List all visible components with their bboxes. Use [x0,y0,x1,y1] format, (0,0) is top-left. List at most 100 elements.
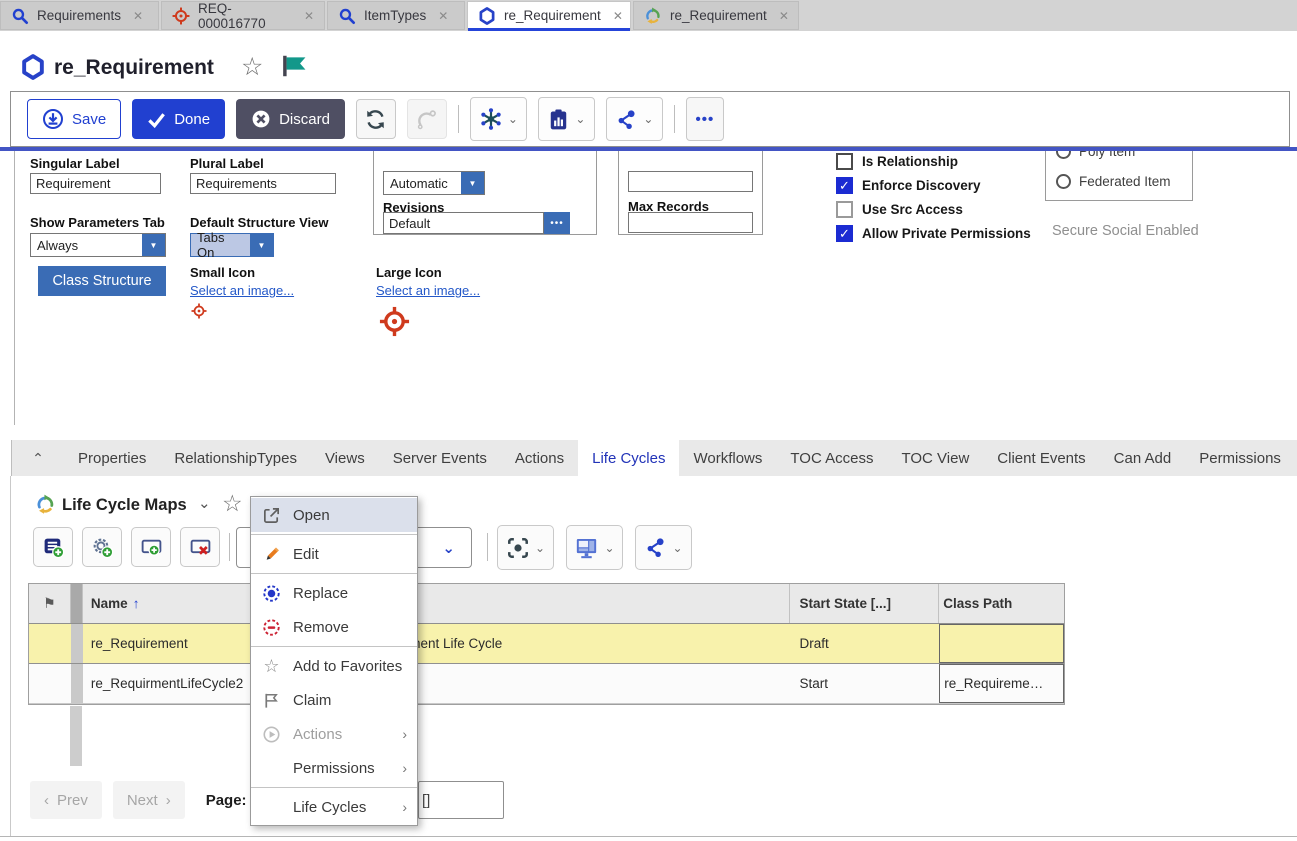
class-path-cell[interactable] [939,624,1064,663]
singular-label: Singular Label [30,156,120,171]
tab-req-000016770[interactable]: REQ-000016770 ✕ [161,1,325,30]
versioning-select[interactable]: Automatic ▼ [383,171,485,195]
is-relationship-checkbox[interactable] [836,153,853,170]
start-state-cell[interactable]: Draft [790,624,940,663]
menu-item-life-cycles[interactable]: Life Cycles › [251,790,417,824]
delete-row-button[interactable] [180,527,220,567]
layout-dropdown-button[interactable]: ⌄ [566,525,623,570]
tab-itemtypes[interactable]: ItemTypes ✕ [327,1,465,30]
use-src-access-checkbox[interactable] [836,201,853,218]
small-icon-select-link[interactable]: Select an image... [190,283,294,298]
more-actions-button[interactable]: ••• [686,97,724,141]
refresh-button[interactable] [356,99,396,139]
share-dropdown-button[interactable]: ⌄ [606,97,663,141]
select-value: Automatic [384,172,461,194]
prev-page-button[interactable]: ‹ Prev [30,781,102,819]
tab-client-events[interactable]: Client Events [983,440,1099,476]
select-arrow-icon[interactable]: ▼ [250,234,273,256]
search-icon [11,7,29,25]
page-title: re_Requirement [54,56,214,80]
add-existing-button[interactable] [131,527,171,567]
reports-dropdown-button[interactable]: ⌄ [538,97,595,141]
tab-life-cycles[interactable]: Life Cycles [578,440,679,476]
tab-re-requirement-lifecycle[interactable]: re_Requirement ✕ [633,1,799,30]
default-structure-view-select[interactable]: Tabs On ▼ [190,233,274,257]
checkbox-label: Allow Private Permissions [862,226,1031,241]
menu-item-claim[interactable]: Claim [251,683,417,717]
menu-item-open[interactable]: Open [251,498,417,532]
federated-item-radio[interactable] [1056,174,1071,189]
menu-item-replace[interactable]: Replace [251,576,417,610]
close-icon[interactable]: ✕ [613,9,623,23]
close-icon[interactable]: ✕ [438,9,448,23]
favorite-star-icon[interactable]: ☆ [241,52,263,82]
plural-label-input[interactable] [190,173,336,194]
max-records-input[interactable] [628,212,753,233]
tab-toc-access[interactable]: TOC Access [776,440,887,476]
tab-label: Requirements [37,8,121,23]
page-label: Page: [206,792,247,809]
select-arrow-icon[interactable]: ▼ [461,172,484,194]
row-flag-cell[interactable] [29,624,71,663]
tab-label: ItemTypes [364,8,426,23]
class-structure-button[interactable]: Class Structure [38,266,166,296]
tab-relationshiptypes[interactable]: RelationshipTypes [160,440,311,476]
tab-server-events[interactable]: Server Events [379,440,501,476]
close-icon[interactable]: ✕ [304,9,314,23]
start-state-cell[interactable]: Start [790,664,940,703]
share-grid-dropdown-button[interactable]: ⌄ [635,525,692,570]
row-handle[interactable] [71,624,83,663]
enforce-discovery-checkbox[interactable]: ✓ [836,177,853,194]
row-handle[interactable] [71,664,83,703]
menu-item-add-to-favorites[interactable]: ☆ Add to Favorites [251,649,417,683]
allow-private-permissions-checkbox[interactable]: ✓ [836,225,853,242]
section-title: Life Cycle Maps [62,496,187,515]
tab-permissions[interactable]: Permissions [1185,440,1295,476]
done-button[interactable]: Done [132,99,225,139]
tab-workflows[interactable]: Workflows [679,440,776,476]
tab-can-add[interactable]: Can Add [1100,440,1186,476]
structure-dropdown-button[interactable]: ⌄ [470,97,527,141]
new-from-template-button[interactable] [82,527,122,567]
singular-label-input[interactable] [30,173,161,194]
revisions-browse-button[interactable]: ••• [544,212,570,234]
save-button[interactable]: Save [27,99,121,139]
remove-icon [262,618,281,637]
tab-properties[interactable]: Properties [64,440,160,476]
row-flag-cell[interactable] [29,664,71,703]
collapse-panel-button[interactable]: ⌃ [12,440,64,476]
menu-item-remove[interactable]: Remove [251,610,417,644]
start-state-column-header[interactable]: Start State [...] [790,584,940,623]
menu-item-edit[interactable]: Edit [251,537,417,571]
section-favorite-star-icon[interactable]: ☆ [222,490,243,517]
grid-toolbar-separator [487,533,488,561]
next-page-button[interactable]: Next › [113,781,185,819]
menu-item-permissions[interactable]: Permissions › [251,751,417,785]
new-item-button[interactable] [33,527,73,567]
default-page-size-input[interactable] [628,171,753,192]
tab-actions[interactable]: Actions [501,440,578,476]
poly-item-radio[interactable] [1056,151,1071,159]
close-icon[interactable]: ✕ [133,9,143,23]
select-arrow-icon[interactable]: ▼ [142,234,165,256]
lifecycle-map-icon [35,494,56,515]
close-icon[interactable]: ✕ [779,9,789,23]
table-row[interactable]: re_Requirement re_Requirement Life Cycle… [29,624,1064,664]
table-row[interactable]: re_RequirmentLifeCycle2 Start re_Require… [29,664,1064,704]
tab-requirements[interactable]: Requirements ✕ [0,1,159,30]
tab-toc-view[interactable]: TOC View [887,440,983,476]
discard-button[interactable]: Discard [236,99,345,139]
revisions-input[interactable] [383,212,544,234]
tab-views[interactable]: Views [311,440,379,476]
large-icon-select-link[interactable]: Select an image... [376,283,480,298]
section-chevron-down-icon[interactable]: ⌄ [198,494,211,512]
show-parameters-tab-select[interactable]: Always ▼ [30,233,166,257]
tab-re-requirement-active[interactable]: re_Requirement ✕ [467,1,631,30]
class-path-cell[interactable]: re_Requireme… [939,664,1064,703]
claimed-flag-icon[interactable] [281,54,309,78]
class-path-column-header[interactable]: Class Path [939,584,1064,623]
page-size-input[interactable]: [] [418,781,504,819]
focus-dropdown-button[interactable]: ⌄ [497,525,554,570]
flag-column-header[interactable]: ⚑ [29,584,71,623]
check-icon [147,110,166,129]
